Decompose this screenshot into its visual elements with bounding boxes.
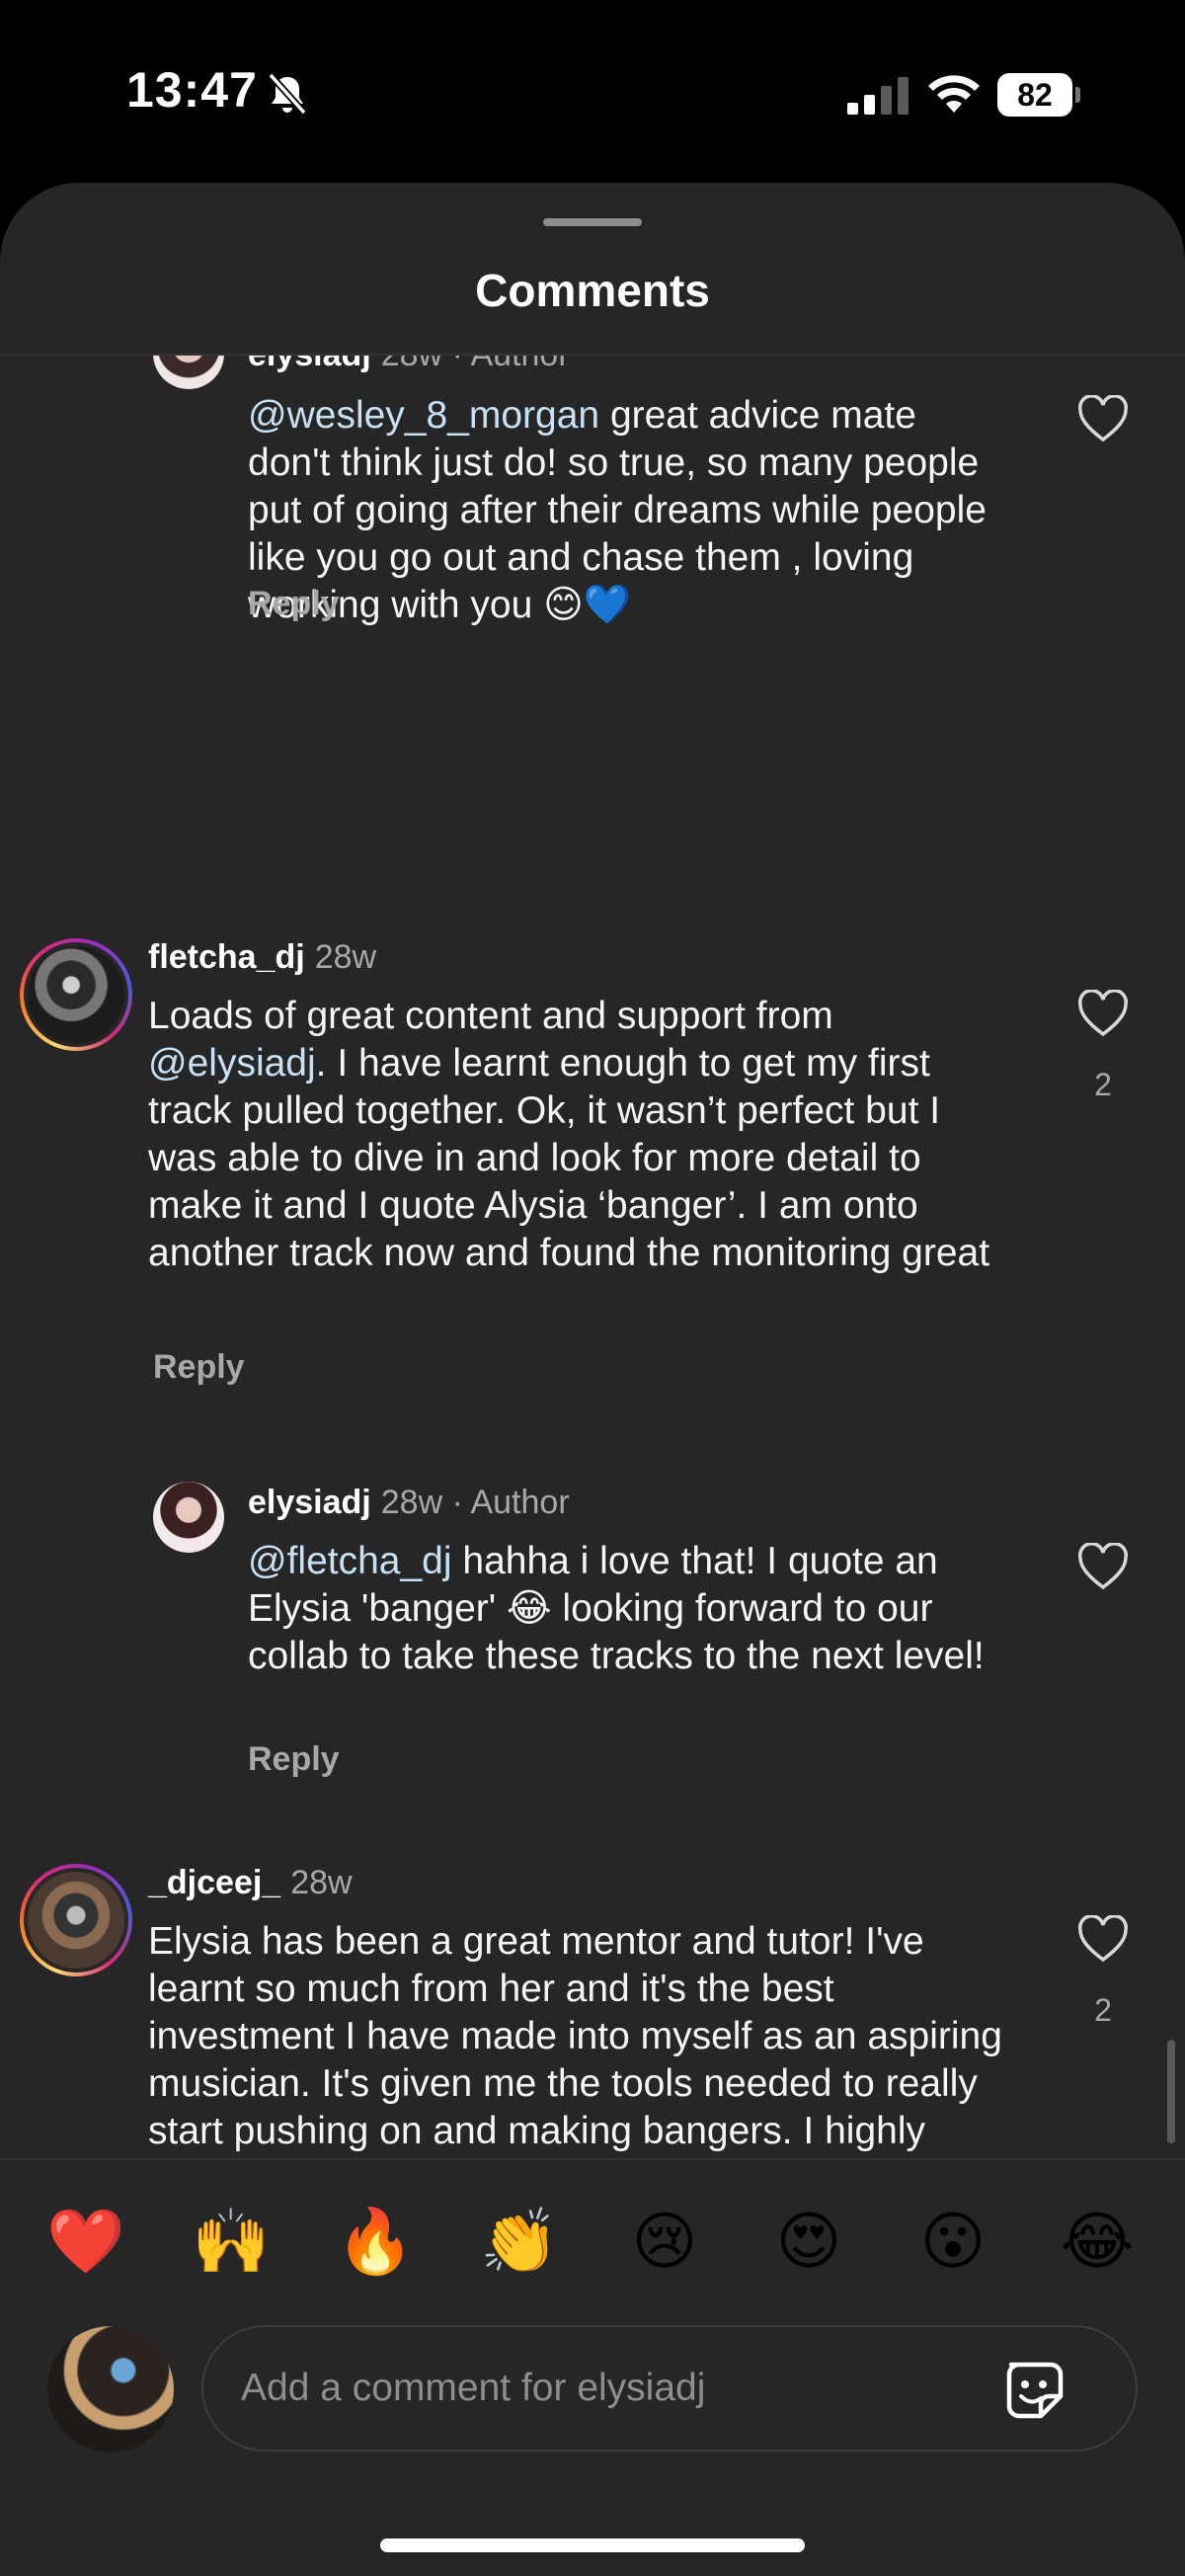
comment-text: @wesley_8_morgan great advice mate don't…: [248, 392, 1008, 629]
comments-list[interactable]: elysiadj28w · Author @wesley_8_morgan gr…: [0, 356, 1185, 2326]
like-heart-icon[interactable]: [1077, 990, 1129, 1037]
comment-username-line: fletcha_dj 28w: [148, 938, 376, 977]
comment-text: Loads of great content and support from …: [148, 993, 1017, 1277]
reaction-surprised[interactable]: 😮: [908, 2198, 997, 2287]
comment-input[interactable]: Add a comment for elysiadj: [201, 2325, 1138, 2452]
scroll-indicator[interactable]: [1167, 2040, 1175, 2143]
reaction-fire[interactable]: 🔥: [331, 2198, 420, 2287]
avatar[interactable]: [153, 356, 224, 389]
sheet-title: Comments: [475, 265, 710, 316]
like-heart-icon[interactable]: [1077, 1915, 1129, 1963]
reaction-clapping[interactable]: 👏: [475, 2198, 564, 2287]
screen: 13:47 82 Comments @wesley_8_morgan great…: [0, 0, 1185, 2576]
bell-off-icon: [268, 72, 307, 116]
like-count: 2: [1094, 1067, 1112, 1102]
comment-username-line: _djceej_ 28w: [148, 1864, 353, 1902]
reaction-heart-eyes[interactable]: 😍: [764, 2198, 853, 2287]
comment-body: Loads of great content and support from: [148, 995, 833, 1037]
sheet-grabber[interactable]: [543, 218, 642, 226]
reaction-crying[interactable]: 😢: [620, 2198, 709, 2287]
sticker-icon[interactable]: [1001, 2357, 1068, 2424]
like-count: 2: [1094, 1992, 1112, 2028]
comment-meta: 28w: [290, 1864, 353, 1901]
reply-button[interactable]: Reply: [153, 1348, 245, 1387]
reaction-raising-hands[interactable]: 🙌: [187, 2198, 276, 2287]
avatar[interactable]: [24, 942, 128, 1047]
reaction-red-heart[interactable]: ❤️: [41, 2198, 130, 2287]
comment-username-line: elysiadj28w · Author: [248, 1484, 570, 1522]
comment-input-placeholder: Add a comment for elysiadj: [241, 2367, 706, 2409]
comment-meta: 28w · Author: [381, 356, 570, 373]
signal-icon: [847, 77, 908, 115]
current-user-avatar: [47, 2326, 174, 2453]
comment-username[interactable]: fletcha_dj: [148, 938, 305, 976]
reply-button[interactable]: Reply: [248, 585, 340, 623]
comment-username-line: elysiadj 28w · Author: [248, 356, 570, 374]
reaction-laughing[interactable]: 😂: [1053, 2198, 1142, 2287]
comment-mention[interactable]: @elysiadj: [148, 1042, 316, 1085]
battery-tip: [1075, 87, 1080, 103]
avatar[interactable]: [24, 1868, 128, 1972]
reply-button[interactable]: Reply: [248, 1740, 340, 1779]
comment-username[interactable]: elysiadj: [248, 356, 371, 373]
comment-mention[interactable]: @fletcha_dj: [248, 1540, 452, 1582]
comment-text: @fletcha_dj hahha i love that! I quote a…: [248, 1538, 1018, 1680]
battery-level: 82: [997, 73, 1072, 117]
comment-meta: 28w · Author: [380, 1484, 570, 1521]
home-indicator: [380, 2538, 805, 2552]
comment-mention[interactable]: @wesley_8_morgan: [248, 394, 599, 437]
status-bar: 13:47 82: [0, 0, 1185, 188]
battery-icon: 82: [997, 73, 1080, 117]
comment-username[interactable]: _djceej_: [148, 1864, 280, 1901]
comment-username[interactable]: elysiadj: [248, 1484, 371, 1521]
like-heart-icon[interactable]: [1077, 1543, 1129, 1590]
status-time: 13:47: [126, 62, 258, 118]
comment-meta: 28w: [314, 938, 377, 976]
avatar[interactable]: [153, 1482, 224, 1553]
like-heart-icon[interactable]: [1077, 395, 1129, 443]
wifi-icon: [928, 75, 980, 113]
reaction-bar: ❤️ 🙌 🔥 👏 😢 😍 😮 😂: [0, 2158, 1185, 2323]
